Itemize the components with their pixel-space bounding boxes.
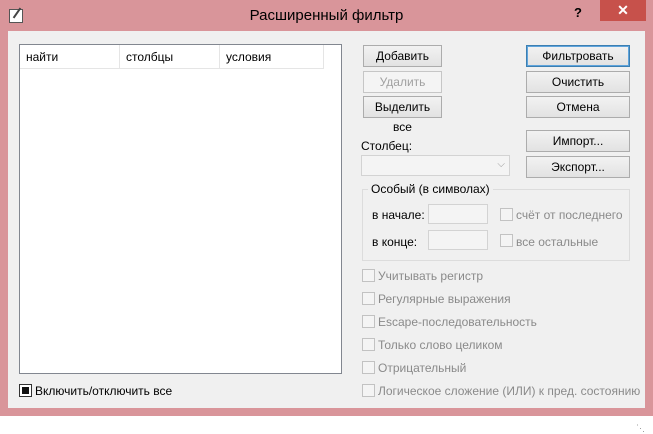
case-sensitive-label: Учитывать регистр	[378, 269, 484, 283]
toggle-all-checkbox[interactable]	[19, 384, 32, 397]
end-input[interactable]	[428, 230, 488, 250]
column-select[interactable]: ⌵	[361, 155, 510, 176]
chevron-down-icon: ⌵	[497, 159, 505, 170]
column-header-conditions[interactable]: условия	[220, 45, 324, 69]
title-bar[interactable]: Расширенный фильтр ? ✕	[0, 0, 653, 32]
count-from-last-checkbox[interactable]	[500, 208, 513, 221]
filter-button[interactable]: Фильтровать	[526, 45, 630, 67]
case-sensitive-checkbox[interactable]	[362, 269, 375, 282]
special-group	[362, 189, 630, 261]
advanced-filter-window: Расширенный фильтр ? ✕ найти столбцы усл…	[0, 0, 653, 433]
toggle-all-label[interactable]: Включить/отключить все	[35, 384, 172, 398]
column-header-find[interactable]: найти	[20, 45, 120, 69]
escape-sequence-checkbox[interactable]	[362, 315, 375, 328]
add-button[interactable]: Добавить	[363, 45, 442, 67]
window-title: Расширенный фильтр	[249, 7, 404, 24]
column-header-columns[interactable]: столбцы	[120, 45, 220, 69]
resize-grip-icon[interactable]: ⋱	[636, 423, 646, 433]
escape-sequence-label: Escape-последовательность	[378, 315, 537, 329]
whole-word-checkbox[interactable]	[362, 338, 375, 351]
filter-list[interactable]: найти столбцы условия	[19, 44, 342, 374]
logical-or-label: Логическое сложение (ИЛИ) к пред. состоя…	[378, 384, 641, 398]
clear-button[interactable]: Очистить	[526, 71, 630, 93]
negative-label: Отрицательный	[378, 361, 467, 375]
logical-or-checkbox[interactable]	[362, 384, 375, 397]
cancel-button[interactable]: Отмена	[526, 96, 630, 118]
column-label: Столбец:	[361, 139, 413, 153]
regex-checkbox[interactable]	[362, 292, 375, 305]
start-label: в начале:	[372, 208, 425, 222]
negative-checkbox[interactable]	[362, 361, 375, 374]
start-input[interactable]	[428, 204, 488, 224]
all-others-label: все остальные	[516, 235, 599, 249]
import-button[interactable]: Импорт...	[526, 130, 630, 152]
special-group-title: Особый (в символах)	[368, 182, 493, 196]
dialog-body: найти столбцы условия Добавить Удалить В…	[8, 31, 645, 433]
count-from-last-label: счёт от последнего	[516, 208, 623, 222]
select-all-button[interactable]: Выделить все	[363, 96, 442, 134]
export-button[interactable]: Экспорт...	[526, 156, 630, 178]
end-label: в конце:	[372, 235, 418, 249]
close-button[interactable]: ✕	[600, 0, 646, 21]
delete-button[interactable]: Удалить	[363, 71, 442, 93]
regex-label: Регулярные выражения	[378, 292, 511, 306]
help-button[interactable]: ?	[568, 4, 588, 22]
all-others-checkbox[interactable]	[500, 234, 513, 247]
whole-word-label: Только слово целиком	[378, 338, 503, 352]
